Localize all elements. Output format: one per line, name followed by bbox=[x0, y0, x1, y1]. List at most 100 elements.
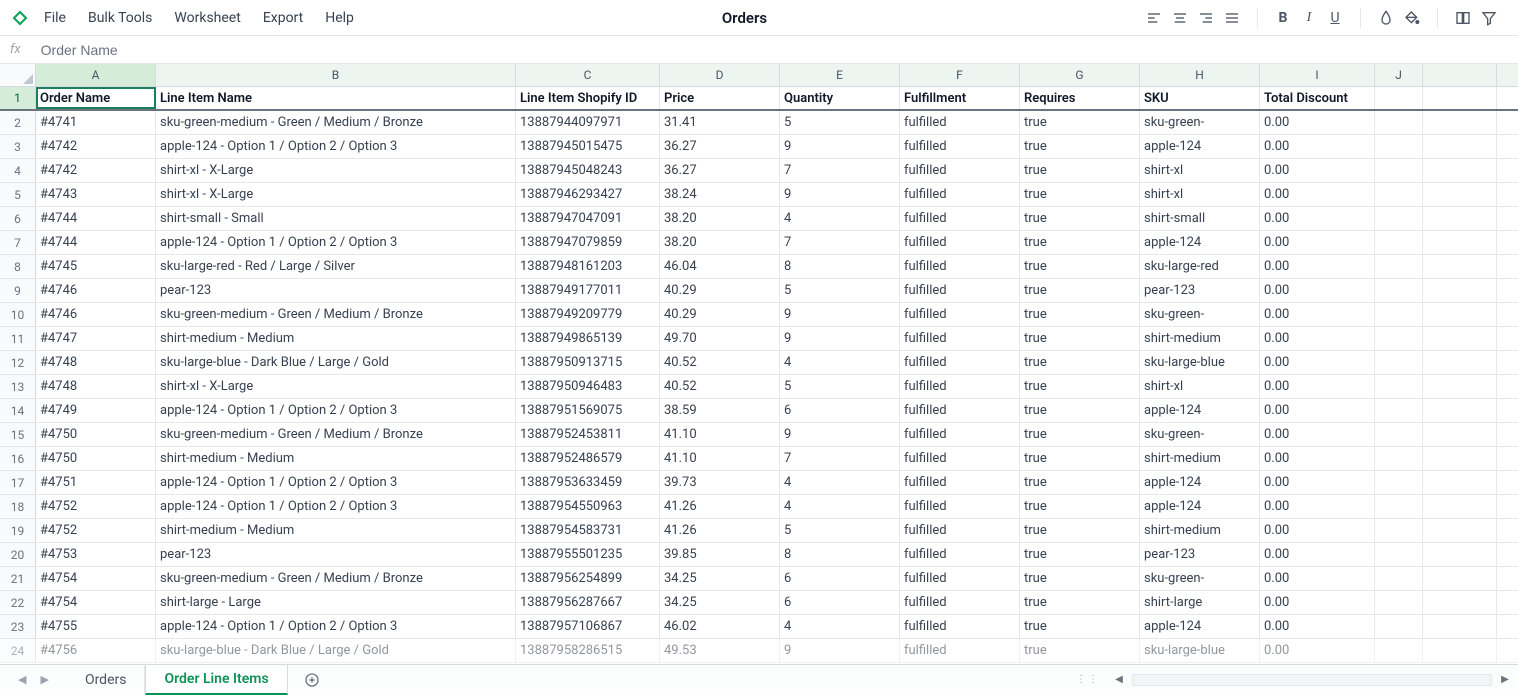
cell[interactable]: fulfilled bbox=[900, 207, 1020, 230]
cell[interactable]: 41.26 bbox=[660, 495, 780, 518]
cell[interactable]: fulfilled bbox=[900, 495, 1020, 518]
cell[interactable]: fulfilled bbox=[900, 159, 1020, 182]
cell[interactable]: true bbox=[1020, 591, 1140, 614]
cell[interactable]: 9 bbox=[780, 135, 900, 158]
cell[interactable]: apple-124 bbox=[1140, 399, 1260, 422]
align-right-button[interactable] bbox=[1195, 7, 1217, 29]
cell[interactable]: fulfilled bbox=[900, 519, 1020, 542]
cell[interactable]: #4756 bbox=[36, 639, 156, 662]
cell[interactable]: 13887950946483 bbox=[516, 375, 660, 398]
cell[interactable]: #4751 bbox=[36, 471, 156, 494]
cell[interactable] bbox=[1375, 567, 1423, 590]
cell[interactable]: shirt-xl - X-Large bbox=[156, 375, 516, 398]
cell[interactable]: 31.41 bbox=[660, 111, 780, 134]
cell[interactable]: sku-green- bbox=[1140, 303, 1260, 326]
cell[interactable]: 9 bbox=[780, 639, 900, 662]
cell[interactable] bbox=[1423, 255, 1497, 278]
cell[interactable]: #4742 bbox=[36, 159, 156, 182]
columns-button[interactable] bbox=[1452, 7, 1474, 29]
cell[interactable]: 0.00 bbox=[1260, 399, 1375, 422]
cell[interactable]: Price bbox=[660, 87, 780, 109]
cell[interactable]: apple-124 bbox=[1140, 471, 1260, 494]
column-header-J[interactable]: J bbox=[1375, 64, 1423, 86]
column-header-C[interactable]: C bbox=[516, 64, 660, 86]
cell[interactable]: fulfilled bbox=[900, 111, 1020, 134]
row-header[interactable]: 19 bbox=[0, 519, 36, 542]
cell[interactable]: 46.04 bbox=[660, 255, 780, 278]
cell[interactable]: apple-124 bbox=[1140, 135, 1260, 158]
cell[interactable]: true bbox=[1020, 375, 1140, 398]
cell[interactable]: fulfilled bbox=[900, 567, 1020, 590]
cell[interactable]: 7 bbox=[780, 159, 900, 182]
cell[interactable]: sku-green- bbox=[1140, 111, 1260, 134]
cell[interactable]: 9 bbox=[780, 423, 900, 446]
column-header-I[interactable]: I bbox=[1260, 64, 1375, 86]
cell[interactable]: true bbox=[1020, 639, 1140, 662]
cell[interactable]: 36.27 bbox=[660, 159, 780, 182]
cell[interactable]: sku-large-blue bbox=[1140, 639, 1260, 662]
cell[interactable]: 9 bbox=[780, 327, 900, 350]
horizontal-scrollbar[interactable] bbox=[1132, 674, 1492, 686]
cell[interactable] bbox=[1375, 111, 1423, 134]
cell[interactable]: 0.00 bbox=[1260, 231, 1375, 254]
cell[interactable]: 0.00 bbox=[1260, 303, 1375, 326]
cell[interactable]: 9 bbox=[780, 303, 900, 326]
cell[interactable]: apple-124 - Option 1 / Option 2 / Option… bbox=[156, 135, 516, 158]
cell[interactable]: Total Discount bbox=[1260, 87, 1375, 109]
cell[interactable]: apple-124 - Option 1 / Option 2 / Option… bbox=[156, 615, 516, 638]
cell[interactable] bbox=[1423, 423, 1497, 446]
cell[interactable] bbox=[1375, 375, 1423, 398]
cell[interactable]: 0.00 bbox=[1260, 207, 1375, 230]
cell[interactable]: 13887950913715 bbox=[516, 351, 660, 374]
cell[interactable] bbox=[1375, 231, 1423, 254]
sheet-tab-order-line-items[interactable]: Order Line Items bbox=[145, 665, 287, 695]
column-header-F[interactable]: F bbox=[900, 64, 1020, 86]
cell[interactable]: apple-124 - Option 1 / Option 2 / Option… bbox=[156, 399, 516, 422]
cell[interactable]: 6 bbox=[780, 399, 900, 422]
cell[interactable] bbox=[1423, 615, 1497, 638]
cell[interactable]: 13887954583731 bbox=[516, 519, 660, 542]
cell[interactable]: fulfilled bbox=[900, 399, 1020, 422]
cell[interactable]: 39.85 bbox=[660, 543, 780, 566]
cell[interactable] bbox=[1375, 471, 1423, 494]
cell[interactable] bbox=[1423, 135, 1497, 158]
cell[interactable]: shirt-xl - X-Large bbox=[156, 183, 516, 206]
row-header[interactable]: 6 bbox=[0, 207, 36, 230]
cell[interactable]: true bbox=[1020, 615, 1140, 638]
cell[interactable] bbox=[1423, 111, 1497, 134]
cell[interactable]: 0.00 bbox=[1260, 255, 1375, 278]
cell[interactable]: #4753 bbox=[36, 543, 156, 566]
cell[interactable]: pear-123 bbox=[156, 279, 516, 302]
cell[interactable]: apple-124 - Option 1 / Option 2 / Option… bbox=[156, 231, 516, 254]
cell[interactable]: shirt-medium - Medium bbox=[156, 327, 516, 350]
cell[interactable]: pear-123 bbox=[1140, 279, 1260, 302]
text-color-button[interactable] bbox=[1375, 7, 1397, 29]
cell[interactable] bbox=[1375, 447, 1423, 470]
tab-scroll-right-icon[interactable]: ▶ bbox=[40, 673, 48, 686]
cell[interactable] bbox=[1423, 183, 1497, 206]
cell[interactable]: #4755 bbox=[36, 615, 156, 638]
cell[interactable]: 13887955501235 bbox=[516, 543, 660, 566]
cell[interactable]: apple-124 bbox=[1140, 495, 1260, 518]
cell[interactable]: true bbox=[1020, 471, 1140, 494]
cell[interactable]: #4754 bbox=[36, 567, 156, 590]
cell[interactable]: shirt-xl bbox=[1140, 183, 1260, 206]
cell[interactable]: true bbox=[1020, 399, 1140, 422]
cell[interactable]: true bbox=[1020, 255, 1140, 278]
cell[interactable]: true bbox=[1020, 303, 1140, 326]
cell[interactable]: 0.00 bbox=[1260, 279, 1375, 302]
cell[interactable]: true bbox=[1020, 519, 1140, 542]
cell[interactable]: #4742 bbox=[36, 135, 156, 158]
cell[interactable]: 0.00 bbox=[1260, 543, 1375, 566]
cell[interactable]: shirt-xl - X-Large bbox=[156, 159, 516, 182]
cell[interactable]: 49.70 bbox=[660, 327, 780, 350]
cell[interactable]: fulfilled bbox=[900, 279, 1020, 302]
cell[interactable]: 13887947047091 bbox=[516, 207, 660, 230]
cell[interactable]: #4741 bbox=[36, 111, 156, 134]
cell[interactable]: sku-large-red - Red / Large / Silver bbox=[156, 255, 516, 278]
row-header[interactable]: 13 bbox=[0, 375, 36, 398]
cell[interactable]: 36.27 bbox=[660, 135, 780, 158]
cell[interactable]: fulfilled bbox=[900, 471, 1020, 494]
cell[interactable]: 4 bbox=[780, 207, 900, 230]
cell[interactable]: true bbox=[1020, 183, 1140, 206]
